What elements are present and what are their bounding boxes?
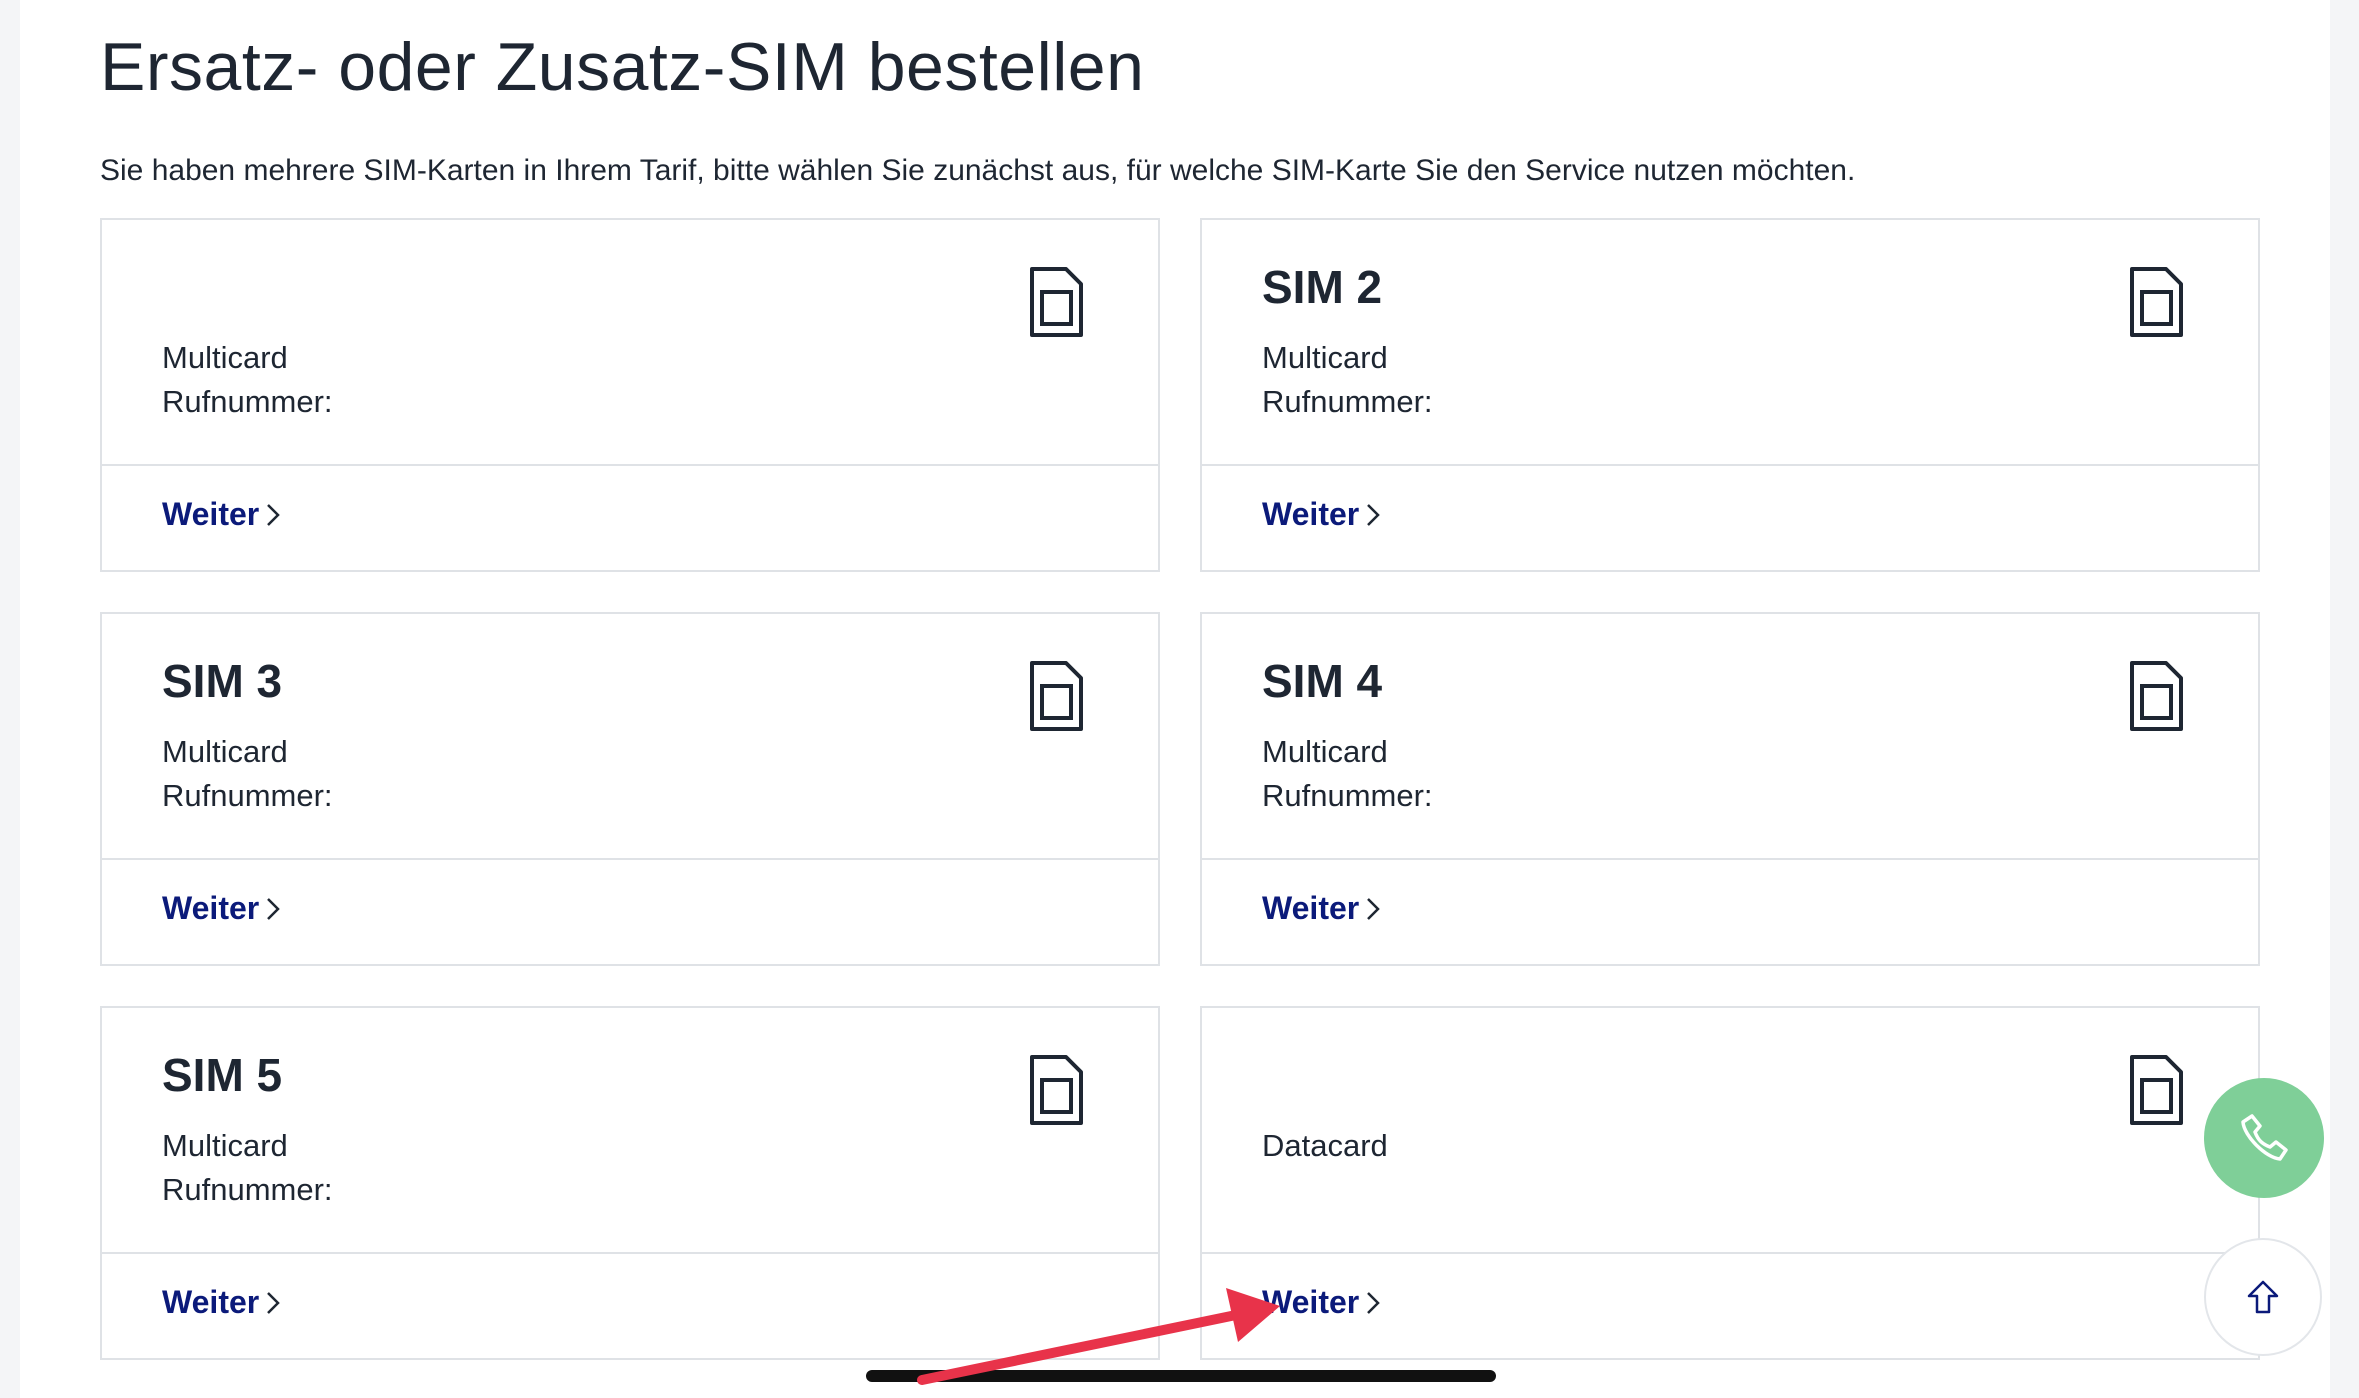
chevron-right-icon — [1367, 1291, 1380, 1314]
page-title: Ersatz- oder Zusatz-SIM bestellen — [100, 29, 1145, 105]
sim-card-info: SIM 5 Multicard Rufnummer: — [102, 1008, 1158, 1254]
sim-card-info: Datacard — [1202, 1008, 2258, 1254]
sim-card-icon — [1030, 1055, 1083, 1125]
sim-card-icon — [1030, 661, 1083, 731]
page-intro: Sie haben mehrere SIM-Karten in Ihrem Ta… — [100, 154, 1856, 187]
weiter-label: Weiter — [1262, 890, 1360, 926]
sim-card-phone: Rufnummer: — [162, 384, 333, 419]
weiter-link[interactable]: Weiter — [162, 496, 281, 533]
sim-card-5: SIM 5 Multicard Rufnummer: Weiter — [100, 1006, 1160, 1360]
sim-card-title: SIM 3 — [162, 655, 283, 707]
phone-icon — [2241, 1114, 2288, 1161]
sim-card-type: Multicard — [1262, 734, 1388, 769]
weiter-link[interactable]: Weiter — [1262, 1284, 1381, 1321]
sim-card-info: Multicard Rufnummer: — [102, 220, 1158, 466]
weiter-link[interactable]: Weiter — [162, 890, 281, 927]
sim-card-icon — [2130, 267, 2183, 337]
sim-card-1: Multicard Rufnummer: Weiter — [100, 218, 1160, 572]
chevron-right-icon — [1367, 897, 1380, 920]
weiter-link[interactable]: Weiter — [1262, 496, 1381, 533]
arrow-up-icon — [2247, 1280, 2279, 1314]
sim-card-footer: Weiter — [1202, 466, 2258, 572]
sim-card-type: Multicard — [162, 734, 288, 769]
chevron-right-icon — [267, 503, 280, 526]
chevron-right-icon — [267, 1291, 280, 1314]
scroll-to-top-button[interactable] — [2204, 1238, 2322, 1356]
sim-card-footer: Weiter — [102, 860, 1158, 966]
sim-card-type: Multicard — [162, 1128, 288, 1163]
sim-card-phone: Rufnummer: — [1262, 778, 1433, 813]
sim-card-2: SIM 2 Multicard Rufnummer: Weiter — [1200, 218, 2260, 572]
sim-card-footer: Weiter — [102, 466, 1158, 572]
home-indicator — [866, 1370, 1496, 1382]
weiter-link[interactable]: Weiter — [1262, 890, 1381, 927]
sim-card-info: SIM 4 Multicard Rufnummer: — [1202, 614, 2258, 860]
sim-card-phone: Rufnummer: — [162, 778, 333, 813]
chevron-right-icon — [1367, 503, 1380, 526]
data-card: Datacard Weiter — [1200, 1006, 2260, 1360]
sim-card-title: SIM 5 — [162, 1049, 283, 1101]
sim-card-type: Multicard — [162, 340, 288, 375]
weiter-label: Weiter — [162, 890, 260, 926]
page: Ersatz- oder Zusatz-SIM bestellen Sie ha… — [20, 0, 2330, 1398]
sim-card-icon — [1030, 267, 1083, 337]
sim-card-icon — [2130, 661, 2183, 731]
sim-card-footer: Weiter — [102, 1254, 1158, 1360]
sim-card-info: SIM 2 Multicard Rufnummer: — [1202, 220, 2258, 466]
chevron-right-icon — [267, 897, 280, 920]
sim-card-4: SIM 4 Multicard Rufnummer: Weiter — [1200, 612, 2260, 966]
sim-card-footer: Weiter — [1202, 1254, 2258, 1360]
weiter-label: Weiter — [162, 1284, 260, 1320]
sim-card-3: SIM 3 Multicard Rufnummer: Weiter — [100, 612, 1160, 966]
sim-card-grid: Multicard Rufnummer: Weiter SIM 2 Multic… — [100, 218, 2260, 1360]
call-button[interactable] — [2204, 1078, 2324, 1198]
sim-card-info: SIM 3 Multicard Rufnummer: — [102, 614, 1158, 860]
sim-card-type: Datacard — [1262, 1128, 1388, 1163]
sim-card-title: SIM 2 — [1262, 261, 1383, 313]
weiter-label: Weiter — [1262, 496, 1360, 532]
weiter-label: Weiter — [162, 496, 260, 532]
sim-card-footer: Weiter — [1202, 860, 2258, 966]
weiter-label: Weiter — [1262, 1284, 1360, 1320]
sim-card-phone: Rufnummer: — [1262, 384, 1433, 419]
weiter-link[interactable]: Weiter — [162, 1284, 281, 1321]
sim-card-title: SIM 4 — [1262, 655, 1383, 707]
sim-card-phone: Rufnummer: — [162, 1172, 333, 1207]
sim-card-icon — [2130, 1055, 2183, 1125]
sim-card-type: Multicard — [1262, 340, 1388, 375]
